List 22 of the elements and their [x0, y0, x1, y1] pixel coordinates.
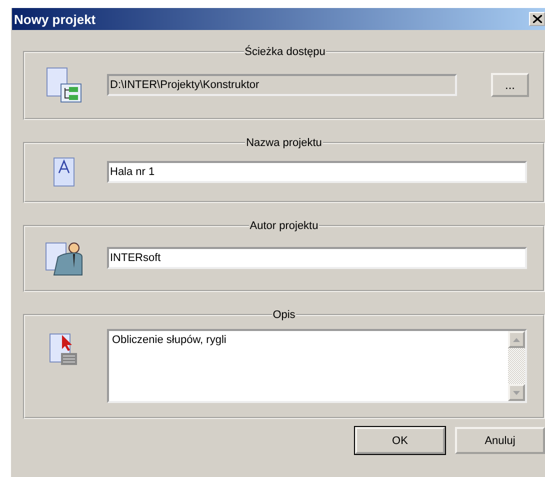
ok-button[interactable]: OK — [355, 427, 445, 454]
scroll-down-button[interactable] — [508, 384, 525, 401]
path-field[interactable]: D:\INTER\Projekty\Konstruktor — [107, 74, 457, 96]
group-title: Nazwa projektu — [245, 137, 323, 149]
scroll-up-button[interactable] — [508, 331, 525, 348]
text-field[interactable]: INTERsoft — [107, 247, 527, 269]
browse-button[interactable]: ... — [491, 73, 529, 97]
cancel-button[interactable]: Anuluj — [455, 427, 545, 454]
text-field[interactable]: Hala nr 1 — [107, 161, 527, 183]
close-button[interactable] — [529, 12, 545, 26]
document-pointer-icon — [49, 333, 79, 367]
person-icon — [45, 240, 83, 276]
close-icon — [532, 15, 542, 23]
up-arrow-icon — [513, 338, 520, 342]
group-title: Autor projektu — [248, 220, 320, 232]
group-title: Ścieżka dostępu — [244, 46, 326, 58]
down-arrow-icon — [513, 390, 520, 394]
group-title: Opis — [272, 309, 296, 321]
letter-a-icon — [53, 157, 75, 187]
window-title: Nowy projekt — [13, 12, 96, 26]
description-field[interactable]: Obliczenie słupów, rygli — [107, 329, 527, 403]
folder-tree-icon — [45, 66, 83, 104]
